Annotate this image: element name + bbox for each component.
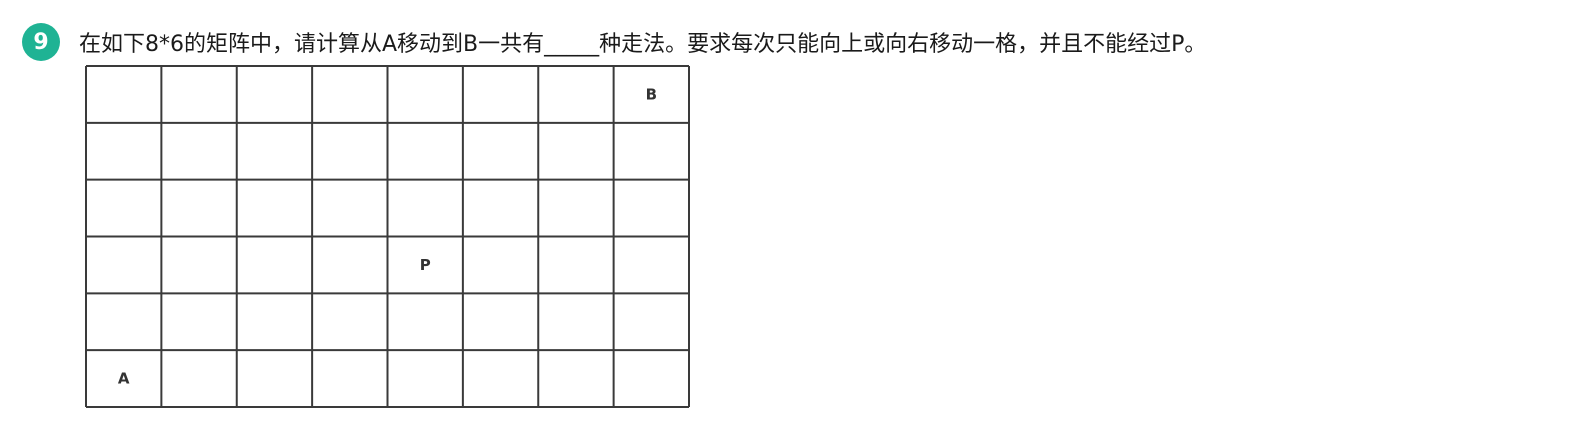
question-number-badge: 9 (22, 23, 60, 61)
grid-figure: A P B (84, 64, 691, 410)
question-text: 在如下8*6的矩阵中，请计算从A移动到B一共有_____种走法。要求每次只能向上… (79, 32, 1207, 57)
grid-point-label-a: A (118, 370, 130, 388)
grid-diagram: A P B (85, 65, 690, 408)
question-header: 9 在如下8*6的矩阵中，请计算从A移动到B一共有_____种走法。要求每次只能… (22, 23, 1206, 61)
grid-point-label-p: P (420, 256, 431, 274)
grid-point-label-b: B (646, 85, 657, 103)
